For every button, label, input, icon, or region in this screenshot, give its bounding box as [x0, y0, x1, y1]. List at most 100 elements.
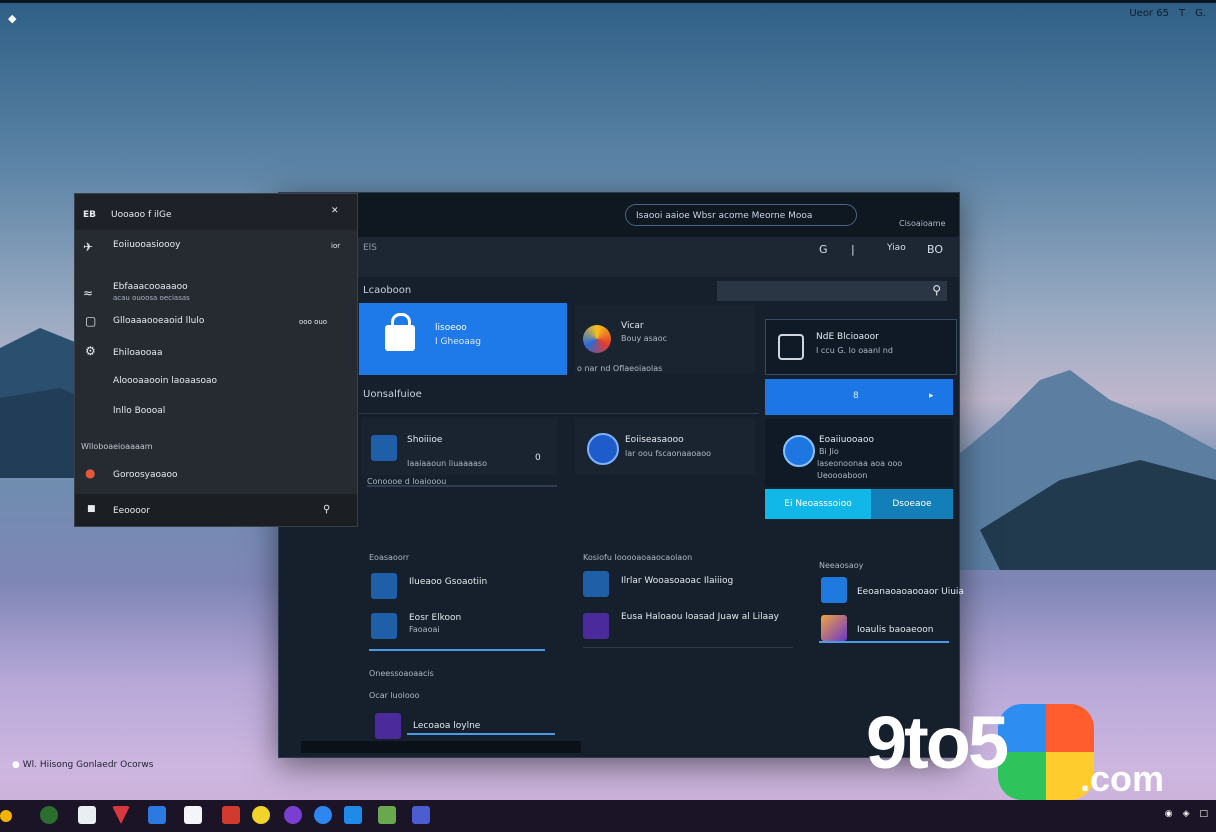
open-button[interactable]: Dsoeaoe	[871, 489, 953, 519]
group-mid-header: Kosiofu Iooooaoaaocaolaon	[583, 553, 693, 562]
tray-box-icon[interactable]: □	[1199, 809, 1208, 819]
card-a-badge: 0	[535, 453, 541, 463]
card-b-sub: lar oou fscaonaaoaoo	[625, 449, 711, 458]
featured-tile-subtitle: I Gheoaag	[435, 337, 481, 347]
volume-icon[interactable]: ◈	[1183, 809, 1190, 819]
card-c-sub2: laseonoonaa aoa ooo	[817, 459, 903, 468]
group-right-underline	[819, 641, 949, 643]
group-right-item2[interactable]: Ioaulis baoaeoon	[857, 625, 933, 635]
secondary-search[interactable]: ⚲	[717, 281, 947, 301]
featured-tile-title: lisoeoo	[435, 323, 467, 333]
group-right-item1[interactable]: Eeoanaoaoaooaor Uiuia	[857, 587, 964, 597]
logo-suffix: .com	[1080, 758, 1165, 799]
menu-item-3-right: ooo ouo	[299, 318, 328, 326]
divider	[359, 413, 759, 414]
group-right-item2-icon	[821, 615, 847, 641]
browser-icon[interactable]	[314, 806, 332, 824]
desktop-notification[interactable]: ● Wl. Hiisong Gonlaedr Ocorws	[12, 760, 153, 770]
top-tray-text-1: Ueor 65	[1129, 8, 1169, 19]
taskbar: ◉ ◈ □	[0, 800, 1216, 832]
photos-icon[interactable]	[378, 806, 396, 824]
notification-icon: ●	[12, 760, 20, 770]
cloud-icon	[783, 435, 815, 467]
search-icon: ⚲	[932, 283, 941, 297]
card-c[interactable]: Eoaiiuooaoo Bi Jio laseonoonaa aoa ooo U…	[765, 419, 953, 487]
menu-item-4[interactable]: Ehiloaooaa	[113, 348, 162, 358]
chrome-icon[interactable]	[40, 806, 58, 824]
vicar-footer: o nar nd Oflaeoiaolas	[577, 364, 663, 373]
bottom-heading-1: Oneessoaoaacis	[369, 669, 434, 678]
menu-item-5[interactable]: Aloooaaooin laoaasoao	[113, 376, 217, 386]
menu-last-item[interactable]: Goroosyaoaoo	[113, 470, 178, 480]
toolbar-left-text: ElS	[363, 243, 377, 253]
bottom-scroll-track[interactable]	[301, 741, 581, 753]
teams-icon[interactable]	[412, 806, 430, 824]
toolbar-right-2[interactable]: BO	[927, 243, 943, 256]
shield-app-icon[interactable]	[112, 806, 130, 824]
group-left-item1[interactable]: Ilueaoo Gsoaotiin	[409, 577, 487, 587]
group-left-item2-sub: Faoaoai	[409, 625, 440, 634]
top-tray-text-3: G.	[1195, 8, 1206, 19]
bottom-item-icon	[375, 713, 401, 739]
power-icon[interactable]: ■	[87, 504, 96, 514]
card-c-title: Eoaiiuooaoo	[819, 435, 874, 445]
top-tray-text-2: T	[1178, 8, 1186, 19]
menu-item-2[interactable]: Ebfaaacooaaaoo	[113, 282, 188, 292]
bottom-heading-2: Ocar luolooo	[369, 691, 420, 700]
app-b-icon	[587, 433, 619, 465]
mail-icon[interactable]	[344, 806, 362, 824]
notification-text: Wl. Hiisong Gonlaedr Ocorws	[22, 760, 154, 770]
bottom-item-underline	[407, 733, 555, 735]
sign-in-link[interactable]: Cisoaioame	[899, 219, 946, 228]
menu-search-icon[interactable]: ⚲	[323, 504, 330, 515]
menu-footer-label[interactable]: Eeoooor	[113, 506, 150, 516]
card-a-title: Shoiiioe	[407, 435, 443, 445]
toolbar-right-1[interactable]: Yiao	[887, 243, 906, 253]
search-input[interactable]: Isaooi aaioe Wbsr acome Meorne Mooa	[625, 204, 857, 226]
network-icon[interactable]: ◉	[1165, 809, 1173, 819]
group-left-item2-icon	[371, 613, 397, 639]
group-mid-item2[interactable]: Eusa Haloaou loasad Juaw al Lilaay	[621, 612, 779, 622]
pdf-icon[interactable]	[222, 806, 240, 824]
site-logo: 9to5 .com	[866, 700, 1206, 804]
menu-item-3[interactable]: Glloaaaooeaoid llulo	[113, 316, 204, 326]
section-heading-two: Uonsalfuioe	[363, 389, 422, 400]
right-panel[interactable]: NdE Blcioaoor I ccu G. lo oaanl nd	[765, 319, 957, 375]
desktop-app-icon[interactable]: ◆	[8, 12, 16, 25]
blue-bar-arrow-icon: ▸	[929, 391, 934, 401]
blue-action-bar[interactable]: 8 ▸	[765, 379, 953, 415]
menu-section-heading: Wlloboaeioaaaam	[81, 442, 153, 451]
group-left-item1-icon	[371, 573, 397, 599]
featured-tile[interactable]: lisoeoo I Gheoaag	[359, 303, 567, 375]
group-left-underline	[369, 649, 545, 651]
group-left-item2-title[interactable]: Eosr Elkoon	[409, 613, 461, 623]
menu-item-1[interactable]: Eoiiuooasioooy	[113, 240, 180, 250]
caption-a-line	[367, 485, 557, 487]
menu-header-title: Uooaoo f ilGe	[111, 210, 172, 220]
group-mid-item1[interactable]: Ilrlar Wooasoaoac Ilaiiiog	[621, 576, 733, 586]
plane-icon: ✈	[83, 240, 94, 254]
menu-item-6[interactable]: lnllo Boooal	[113, 406, 165, 416]
shield-icon	[778, 334, 804, 360]
system-tray: ◉ ◈ □	[1165, 809, 1208, 819]
install-button[interactable]: Ei Neoasssoioo	[765, 489, 871, 519]
card-a-sub: Iaaiaaoun liuaaaaso	[407, 459, 487, 468]
store-window: Isaooi aaioe Wbsr acome Meorne Mooa Ciso…	[278, 192, 964, 758]
toolbar-grid-icon[interactable]: G	[819, 243, 828, 256]
menu-item-1-right: ior	[331, 242, 341, 250]
start-icon[interactable]	[0, 810, 12, 822]
purple-app-icon[interactable]	[284, 806, 302, 824]
yellow-app-icon[interactable]	[252, 806, 270, 824]
section-heading-main: Lcaoboon	[363, 285, 412, 296]
menu-close-icon[interactable]: ✕	[331, 206, 339, 216]
store-icon[interactable]	[148, 806, 166, 824]
notepad-icon[interactable]	[184, 806, 202, 824]
right-panel-title: NdE Blcioaoor	[816, 332, 879, 342]
card-b-title: Eoiiseasaooo	[625, 435, 684, 445]
vicar-app-icon	[583, 325, 611, 353]
bottom-item[interactable]: Lecoaoa loylne	[413, 721, 480, 731]
document-icon[interactable]	[78, 806, 96, 824]
window-titlebar	[279, 193, 959, 237]
top-tray: Ueor 65 T G.	[1129, 8, 1206, 19]
group-mid-item1-icon	[583, 571, 609, 597]
